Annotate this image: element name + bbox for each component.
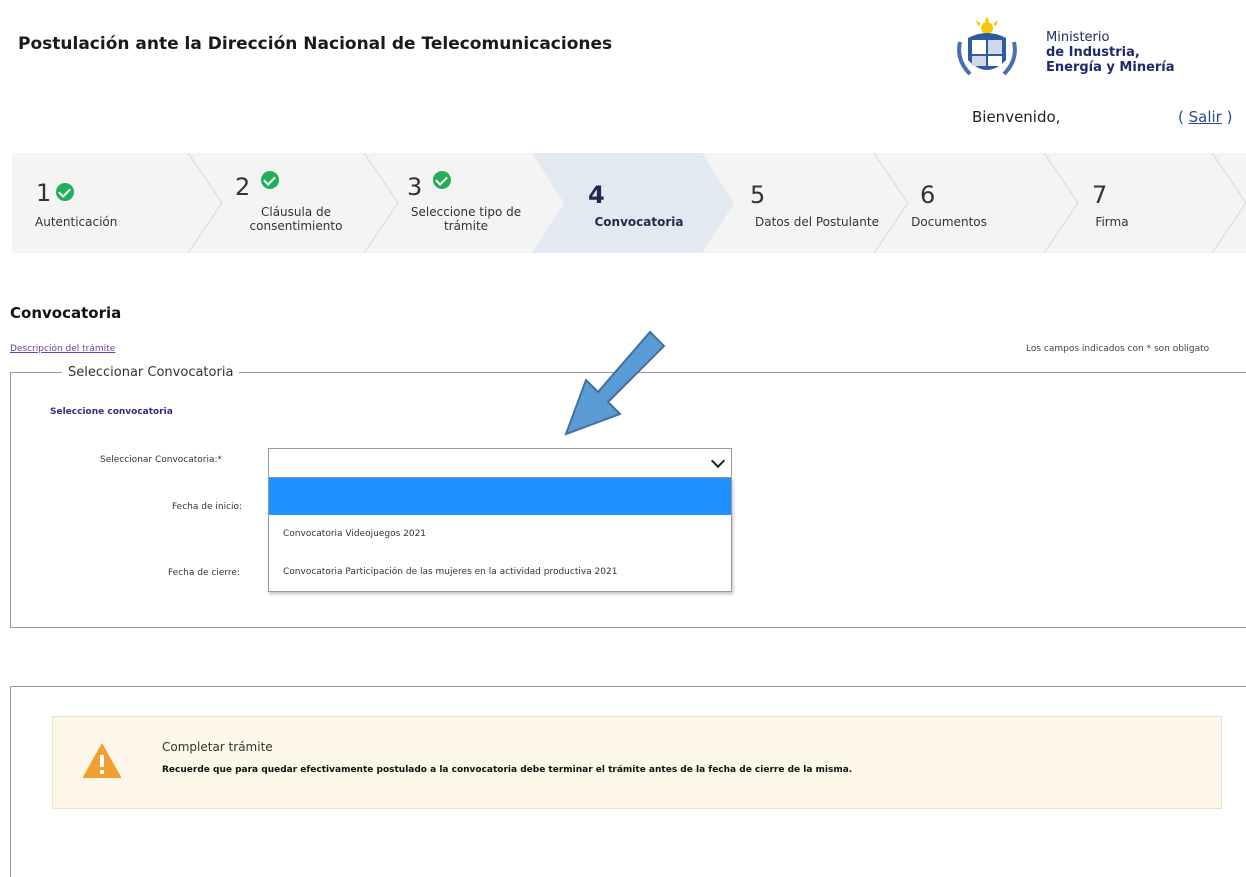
step-label: Seleccione tipo de trámite xyxy=(410,205,522,233)
warning-alert xyxy=(52,716,1222,809)
logout-paren-open: ( xyxy=(1178,108,1189,126)
ministry-line-2: de Industria, xyxy=(1046,45,1140,60)
app-title: Postulación ante la Dirección Nacional d… xyxy=(18,34,613,54)
annotation-arrow-icon xyxy=(564,330,666,436)
step-3[interactable]: 3 Seleccione tipo de trámite xyxy=(392,153,562,253)
alert-message: Recuerde que para quedar efectivamente p… xyxy=(162,765,853,775)
logout-link[interactable]: Salir xyxy=(1189,108,1222,126)
check-circle-icon xyxy=(261,171,279,189)
description-link[interactable]: Descripción del trámite xyxy=(10,344,115,354)
check-circle-icon xyxy=(56,183,74,201)
logout-area: ( Salir ) xyxy=(1178,108,1232,126)
step-6[interactable]: 6 Documentos xyxy=(902,153,1052,253)
alert-title: Completar trámite xyxy=(162,740,273,754)
step-label: Datos del Postulante xyxy=(755,215,879,229)
step-label: Firma xyxy=(1095,215,1129,229)
ministry-name: Ministerio de Industria, Energía y Miner… xyxy=(1046,30,1175,75)
progress-steps: 1 Autenticación 2 Cláusula de consentimi… xyxy=(12,153,1246,253)
step-number: 7 xyxy=(1092,181,1108,209)
step-label: Convocatoria xyxy=(594,215,684,229)
dropdown-option-videojuegos[interactable]: Convocatoria Videojuegos 2021 xyxy=(269,529,731,539)
step-number: 6 xyxy=(920,181,936,209)
select-convocatoria-label: Seleccionar Convocatoria:* xyxy=(100,455,223,465)
convocatoria-select[interactable] xyxy=(268,448,732,478)
start-date-label: Fecha de inicio: xyxy=(172,502,243,512)
convocatoria-dropdown-list: Convocatoria Videojuegos 2021 Convocator… xyxy=(268,478,732,592)
step-1[interactable]: 1 Autenticación xyxy=(12,153,192,253)
warning-triangle-icon xyxy=(83,744,121,778)
dropdown-option-blank[interactable] xyxy=(269,478,731,515)
welcome-text: Bienvenido, xyxy=(972,108,1061,126)
required-fields-note: Los campos indicados con * son obligato xyxy=(1026,344,1210,354)
logout-paren-close: ) xyxy=(1221,108,1233,126)
subsection-title: Seleccione convocatoria xyxy=(50,407,173,417)
ministry-line-3: Energía y Minería xyxy=(1046,60,1175,75)
step-2[interactable]: 2 Cláusula de consentimiento xyxy=(220,153,390,253)
ministry-line-1: Ministerio xyxy=(1046,30,1110,45)
section-title: Convocatoria xyxy=(10,304,122,322)
step-7[interactable]: 7 Firma xyxy=(1074,153,1224,253)
step-number: 2 xyxy=(235,173,251,201)
step-label: Autenticación xyxy=(35,215,118,229)
step-5[interactable]: 5 Datos del Postulante xyxy=(732,153,882,253)
step-number: 4 xyxy=(588,181,605,209)
end-date-label: Fecha de cierre: xyxy=(168,568,240,578)
step-number: 5 xyxy=(750,181,766,209)
step-label: Documentos xyxy=(911,215,987,229)
check-circle-icon xyxy=(433,171,451,189)
step-4[interactable]: 4 Convocatoria xyxy=(564,153,714,253)
step-number: 3 xyxy=(407,173,423,201)
uruguay-seal-logo xyxy=(957,16,1017,76)
dropdown-option-mujeres[interactable]: Convocatoria Participación de las mujere… xyxy=(269,567,731,577)
step-number: 1 xyxy=(36,179,52,207)
fieldset-legend: Seleccionar Convocatoria xyxy=(62,365,240,380)
step-label: Cláusula de consentimiento xyxy=(249,205,343,233)
